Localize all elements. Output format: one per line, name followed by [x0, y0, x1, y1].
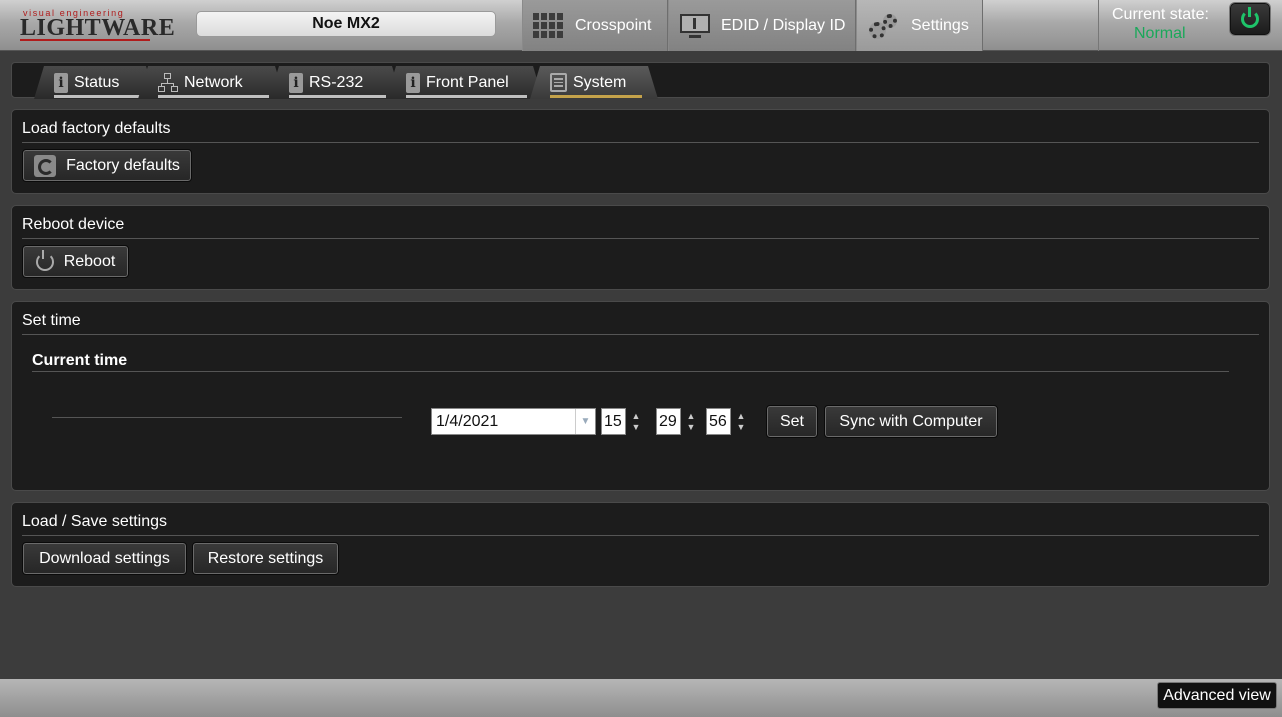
subtab-front-panel-label: Front Panel — [426, 73, 509, 91]
power-icon — [1241, 7, 1259, 28]
monitor-icon — [679, 11, 711, 41]
panel-title: Reboot device — [22, 216, 125, 233]
date-value: 1/4/2021 — [436, 413, 499, 430]
subtab-front-panel[interactable]: i Front Panel — [386, 66, 543, 99]
divider — [32, 371, 1229, 372]
tab-crosspoint[interactable]: Crosspoint — [522, 0, 668, 51]
power-button[interactable] — [1230, 3, 1270, 35]
restore-settings-button[interactable]: Restore settings — [192, 542, 339, 575]
info-icon: i — [289, 73, 303, 93]
state-label: Current state: — [1112, 6, 1209, 23]
divider — [22, 535, 1259, 536]
divider — [22, 334, 1259, 335]
minute-value[interactable]: 29 — [656, 408, 681, 435]
divider — [22, 238, 1259, 239]
gears-icon — [867, 11, 901, 41]
logo-underline — [20, 39, 150, 41]
tab-edid[interactable]: EDID / Display ID — [668, 0, 856, 51]
reboot-label: Reboot — [63, 252, 116, 270]
hour-value[interactable]: 15 — [601, 408, 626, 435]
date-picker[interactable]: 1/4/2021 ▼ — [431, 408, 596, 435]
stepper-arrows-icon[interactable]: ▲ ▼ — [681, 408, 701, 435]
current-state: Current state: Normal — [1098, 0, 1282, 51]
subtab-system[interactable]: System — [530, 66, 658, 99]
advanced-view-button[interactable]: Advanced view — [1157, 682, 1277, 709]
factory-defaults-panel: Load factory defaults Factory defaults — [11, 109, 1270, 194]
panel-title: Load factory defaults — [22, 120, 171, 137]
list-icon — [550, 73, 567, 92]
network-icon — [158, 73, 178, 93]
logo-text: LIGHTWARE — [20, 15, 176, 41]
subtab-status-label: Status — [74, 73, 120, 91]
set-time-panel: Set time Current time 1/4/2021 ▼ 15 ▲ ▼ 2… — [11, 301, 1270, 491]
subtab-network-label: Network — [184, 73, 243, 91]
download-settings-button[interactable]: Download settings — [22, 542, 187, 575]
factory-defaults-label: Factory defaults — [66, 156, 180, 174]
info-icon: i — [54, 73, 68, 93]
reboot-button[interactable]: Reboot — [22, 245, 129, 278]
bottom-bar: Advanced view — [0, 679, 1282, 717]
divider — [22, 142, 1259, 143]
stepper-arrows-icon[interactable]: ▲ ▼ — [626, 408, 646, 435]
tab-edid-label: EDID / Display ID — [721, 16, 846, 34]
top-bar: visual engineering LIGHTWARE Noe MX2 Cro… — [0, 0, 1282, 51]
subtab-system-label: System — [573, 73, 627, 91]
divider — [52, 417, 402, 418]
reboot-panel: Reboot device Reboot — [11, 205, 1270, 290]
tab-settings[interactable]: Settings — [856, 0, 983, 51]
hour-stepper[interactable]: 15 ▲ ▼ — [601, 408, 647, 435]
second-value[interactable]: 56 — [706, 408, 731, 435]
set-time-button[interactable]: Set — [766, 405, 818, 438]
subtab-network[interactable]: Network — [138, 66, 285, 99]
sync-with-computer-button[interactable]: Sync with Computer — [824, 405, 998, 438]
stepper-arrows-icon[interactable]: ▲ ▼ — [731, 408, 751, 435]
panel-title: Load / Save settings — [22, 513, 167, 530]
subtab-rs232-label: RS-232 — [309, 73, 364, 91]
chevron-down-icon[interactable]: ▼ — [575, 409, 595, 434]
second-stepper[interactable]: 56 ▲ ▼ — [706, 408, 752, 435]
power-icon — [35, 249, 54, 271]
lightware-logo: visual engineering LIGHTWARE — [20, 8, 175, 42]
settings-subtab-bar: i Status Network i RS-232 i Front Panel … — [11, 62, 1270, 98]
factory-defaults-button[interactable]: Factory defaults — [22, 149, 192, 182]
tab-crosspoint-label: Crosspoint — [575, 16, 652, 34]
state-value: Normal — [1134, 25, 1186, 42]
grid-icon — [533, 12, 565, 40]
device-name-field[interactable]: Noe MX2 — [196, 11, 496, 37]
load-save-panel: Load / Save settings Download settings R… — [11, 502, 1270, 587]
info-icon: i — [406, 73, 420, 93]
reset-icon — [34, 154, 57, 177]
subtab-rs232[interactable]: i RS-232 — [269, 66, 402, 99]
panel-title: Set time — [22, 312, 81, 329]
subtab-status[interactable]: i Status — [34, 66, 156, 99]
minute-stepper[interactable]: 29 ▲ ▼ — [656, 408, 702, 435]
current-time-heading: Current time — [32, 352, 128, 369]
tab-settings-label: Settings — [911, 16, 969, 34]
